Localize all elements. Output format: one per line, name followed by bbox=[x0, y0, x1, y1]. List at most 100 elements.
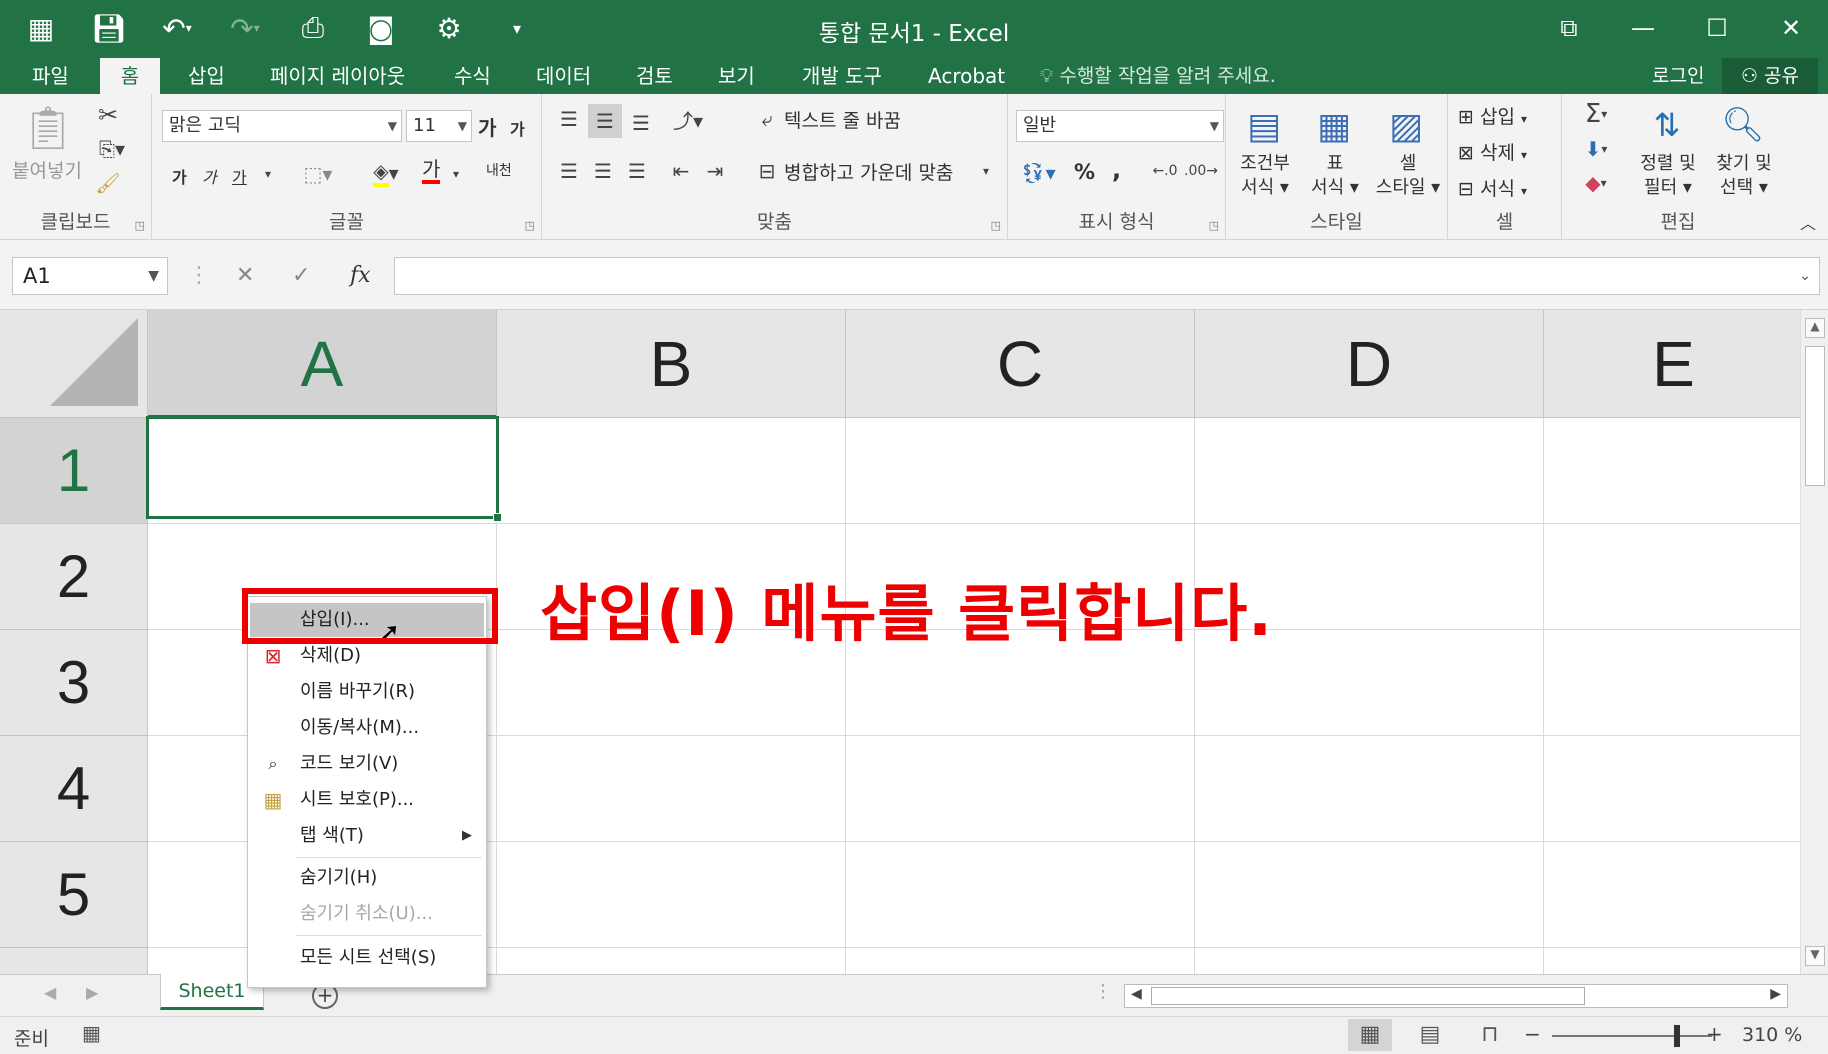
wrap-text-button[interactable]: 텍스트 줄 바꿈 bbox=[784, 106, 901, 133]
tab-file[interactable]: 파일 bbox=[16, 58, 85, 94]
align-bottom-icon[interactable]: ☰ bbox=[626, 108, 656, 138]
menu-item-rename[interactable]: 이름 바꾸기(R) bbox=[250, 675, 484, 709]
align-top-icon[interactable]: ☰ bbox=[554, 104, 584, 134]
menu-item-select-all-sheets[interactable]: 모든 시트 선택(S) bbox=[250, 941, 484, 975]
selected-cell-a1[interactable] bbox=[146, 416, 499, 519]
form-icon[interactable]: ▦ bbox=[18, 8, 64, 48]
find-select-icon[interactable]: 🔍︎ bbox=[1714, 100, 1772, 150]
print-preview-icon[interactable]: ⎙ bbox=[290, 8, 336, 48]
next-sheet-icon[interactable]: ▶ bbox=[86, 983, 98, 1002]
zoom-level[interactable]: 310 % bbox=[1742, 1024, 1802, 1046]
tab-acrobat[interactable]: Acrobat bbox=[912, 58, 1021, 94]
cell-styles-button[interactable]: 셀 스타일 ▾ bbox=[1370, 152, 1446, 200]
tab-developer[interactable]: 개발 도구 bbox=[786, 58, 898, 94]
tab-insert[interactable]: 삽입 bbox=[172, 58, 241, 94]
scroll-left-icon[interactable]: ◀ bbox=[1131, 986, 1142, 1002]
column-header-b[interactable]: B bbox=[497, 310, 846, 418]
align-right-icon[interactable]: ☰ bbox=[622, 156, 652, 186]
shrink-font-button[interactable]: 가 bbox=[510, 116, 525, 140]
normal-view-icon[interactable]: ▦ bbox=[1348, 1019, 1392, 1051]
font-color-button[interactable]: 가 bbox=[422, 158, 441, 184]
camera-icon[interactable]: ◙ bbox=[358, 8, 404, 48]
row-header-5[interactable]: 5 bbox=[0, 842, 148, 948]
align-middle-icon[interactable]: ☰ bbox=[588, 104, 622, 138]
find-select-button[interactable]: 찾기 및 선택 ▾ bbox=[1704, 152, 1784, 200]
autosum-icon[interactable]: Σ ▾ bbox=[1574, 98, 1618, 130]
scroll-thumb[interactable] bbox=[1805, 346, 1825, 486]
row-header-4[interactable]: 4 bbox=[0, 736, 148, 842]
menu-item-view-code[interactable]: ⌕ 코드 보기(V) bbox=[250, 747, 484, 781]
insert-function-icon[interactable]: fx bbox=[350, 257, 371, 295]
minimize-icon[interactable]: — bbox=[1606, 0, 1680, 56]
conditional-formatting-icon[interactable]: ▤ bbox=[1240, 102, 1288, 150]
font-size-combo[interactable]: 11 ▼ bbox=[406, 110, 472, 142]
row-header-6[interactable] bbox=[0, 948, 148, 974]
percent-style-button[interactable]: % bbox=[1074, 160, 1095, 184]
column-header-a[interactable]: A bbox=[148, 310, 497, 418]
decrease-decimal-icon[interactable]: .00→ bbox=[1184, 156, 1218, 186]
menu-item-protect-sheet[interactable]: ▦ 시트 보호(P)... bbox=[250, 783, 484, 817]
italic-button[interactable]: 가 bbox=[202, 164, 217, 188]
increase-decimal-icon[interactable]: ←.0 bbox=[1148, 156, 1182, 186]
zoom-out-icon[interactable]: − bbox=[1524, 1022, 1541, 1046]
format-as-table-icon[interactable]: ▦ bbox=[1310, 102, 1358, 150]
zoom-in-icon[interactable]: + bbox=[1706, 1022, 1723, 1046]
menu-item-tab-color[interactable]: 탭 색(T) ▶ bbox=[250, 819, 484, 853]
row-header-3[interactable]: 3 bbox=[0, 630, 148, 736]
menu-item-delete[interactable]: ⊠ 삭제(D) bbox=[250, 639, 484, 673]
scroll-right-icon[interactable]: ▶ bbox=[1770, 986, 1781, 1002]
phonetic-button[interactable]: 내천 bbox=[486, 160, 512, 180]
tab-review[interactable]: 검토 bbox=[620, 58, 689, 94]
chevron-down-icon[interactable]: ▾ bbox=[256, 160, 280, 188]
scroll-thumb[interactable] bbox=[1151, 987, 1585, 1005]
dialog-launcher-icon[interactable]: ◳ bbox=[525, 219, 535, 232]
sort-filter-icon[interactable]: ⇅ bbox=[1638, 100, 1696, 150]
increase-indent-icon[interactable]: ⇥ bbox=[700, 156, 730, 186]
redo-icon[interactable]: ↷ ▾ bbox=[222, 8, 268, 48]
tab-home[interactable]: 홈 bbox=[100, 58, 160, 94]
tab-formulas[interactable]: 수식 bbox=[438, 58, 507, 94]
column-header-d[interactable]: D bbox=[1195, 310, 1544, 418]
align-left-icon[interactable]: ☰ bbox=[554, 156, 584, 186]
previous-sheet-icon[interactable]: ◀ bbox=[44, 983, 56, 1002]
chevron-down-icon[interactable]: ▾ bbox=[446, 160, 466, 188]
format-as-table-button[interactable]: 표 서식 ▾ bbox=[1300, 152, 1370, 200]
conditional-formatting-button[interactable]: 조건부 서식 ▾ bbox=[1230, 152, 1300, 200]
delete-cells-button[interactable]: ⊠ 삭제 ▾ bbox=[1458, 138, 1527, 165]
dialog-launcher-icon[interactable]: ◳ bbox=[991, 219, 1001, 232]
column-header-c[interactable]: C bbox=[846, 310, 1195, 418]
undo-icon[interactable]: ↶ ▾ bbox=[154, 8, 200, 48]
scroll-up-icon[interactable]: ▲ bbox=[1805, 318, 1825, 338]
horizontal-scrollbar[interactable]: ◀ ▶ bbox=[1124, 984, 1788, 1008]
tell-me-box[interactable]: 💡︎ 수행할 작업을 알려 주세요. bbox=[1040, 58, 1276, 94]
grow-font-button[interactable]: 가 bbox=[478, 112, 496, 141]
paste-icon[interactable]: 📋︎ bbox=[14, 100, 82, 156]
page-break-view-icon[interactable]: ⊓ bbox=[1468, 1019, 1512, 1051]
formula-input[interactable]: ⌄ bbox=[394, 257, 1820, 295]
copy-icon[interactable]: ⎘▾ bbox=[92, 134, 132, 164]
tab-data[interactable]: 데이터 bbox=[520, 58, 607, 94]
save-icon[interactable]: 💾︎ bbox=[86, 8, 132, 48]
close-icon[interactable]: ✕ bbox=[1754, 0, 1828, 56]
align-center-icon[interactable]: ☰ bbox=[588, 156, 618, 186]
insert-cells-button[interactable]: ⊞ 삽입 ▾ bbox=[1458, 102, 1527, 129]
merge-center-button[interactable]: 병합하고 가운데 맞춤 bbox=[784, 158, 953, 185]
zoom-slider-thumb[interactable] bbox=[1673, 1025, 1680, 1047]
orientation-icon[interactable]: ⤴▾ bbox=[666, 104, 710, 134]
tab-view[interactable]: 보기 bbox=[702, 58, 771, 94]
borders-icon[interactable]: ⬚▾ bbox=[298, 160, 338, 188]
column-header-e[interactable]: E bbox=[1544, 310, 1800, 418]
page-layout-view-icon[interactable]: ▤ bbox=[1408, 1019, 1452, 1051]
cancel-icon[interactable]: ✕ bbox=[236, 257, 254, 295]
collapse-ribbon-icon[interactable]: ︿ bbox=[1796, 210, 1820, 234]
accounting-format-icon[interactable]: 💱︎▾ bbox=[1016, 158, 1060, 188]
customize-icon[interactable]: ▾ bbox=[494, 8, 540, 48]
vertical-scrollbar[interactable]: ▲ ▼ bbox=[1800, 310, 1828, 974]
chevron-down-icon[interactable]: ▾ bbox=[976, 158, 996, 184]
name-box[interactable]: A1 ▼ bbox=[12, 257, 168, 295]
row-header-1[interactable]: 1 bbox=[0, 418, 148, 524]
font-name-combo[interactable]: 맑은 고딕 ▼ bbox=[162, 110, 402, 142]
cut-icon[interactable]: ✂ bbox=[92, 100, 124, 130]
maximize-icon[interactable]: ☐ bbox=[1680, 0, 1754, 56]
enter-icon[interactable]: ✓ bbox=[292, 257, 310, 295]
